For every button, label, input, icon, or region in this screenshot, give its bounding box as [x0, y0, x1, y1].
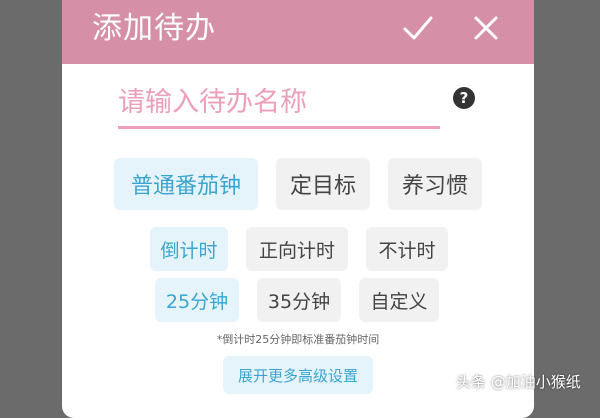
- mode-no-timer-button[interactable]: 不计时: [366, 227, 448, 271]
- check-icon[interactable]: [400, 10, 436, 46]
- duration-25-button[interactable]: 25分钟: [155, 278, 239, 322]
- add-todo-dialog: 添加待办 ? 普通番茄钟 定目标 养习惯 倒计时 正向计时 不计时 25分钟 3…: [62, 0, 534, 418]
- duration-35-button[interactable]: 35分钟: [257, 278, 341, 322]
- type-habit-button[interactable]: 养习惯: [388, 158, 482, 210]
- countdown-hint: *倒计时25分钟即标准番茄钟时间: [216, 333, 380, 346]
- type-goal-button[interactable]: 定目标: [276, 158, 370, 210]
- help-icon[interactable]: ?: [453, 87, 475, 109]
- dialog-header: 添加待办: [62, 0, 534, 64]
- mode-countup-button[interactable]: 正向计时: [246, 227, 348, 271]
- watermark: 头条 @加油小猴纸: [456, 373, 581, 391]
- more-settings-button[interactable]: 展开更多高级设置: [223, 356, 373, 394]
- dialog-title: 添加待办: [92, 11, 216, 46]
- duration-custom-button[interactable]: 自定义: [359, 278, 439, 322]
- type-pomodoro-button[interactable]: 普通番茄钟: [114, 158, 258, 210]
- mode-countdown-button[interactable]: 倒计时: [150, 227, 228, 271]
- todo-name-input[interactable]: [118, 82, 440, 129]
- close-icon[interactable]: [468, 10, 504, 46]
